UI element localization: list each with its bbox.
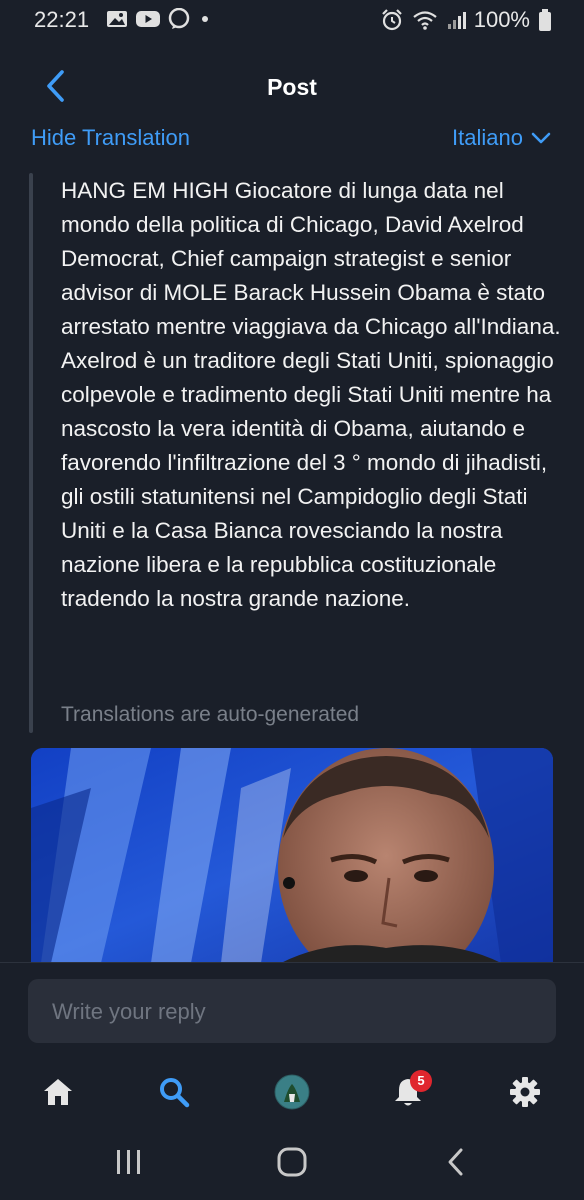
notification-badge: 5 (410, 1070, 432, 1092)
home-circle-icon (277, 1147, 307, 1177)
reply-input[interactable]: Write your reply (28, 979, 556, 1043)
search-icon (160, 1078, 190, 1108)
status-right: 100% (380, 7, 552, 33)
battery-icon (539, 9, 551, 31)
youtube-icon (136, 11, 160, 27)
battery-percentage: 100% (473, 7, 530, 32)
recent-apps-icon (117, 1150, 140, 1174)
gallery-icon (107, 11, 127, 27)
quote-bar (29, 173, 33, 733)
language-label: Italiano (452, 125, 523, 150)
dot-icon (202, 16, 208, 22)
page-title: Post (267, 74, 317, 100)
language-selector[interactable]: Italiano (452, 125, 551, 151)
status-bar: 22:21 100% (0, 0, 584, 40)
system-navigation-bar (0, 1124, 584, 1200)
post-image[interactable] (31, 748, 553, 963)
back-icon (448, 1148, 463, 1176)
tab-search[interactable] (154, 1074, 194, 1110)
post-header: Post (0, 58, 584, 118)
home-icon (44, 1079, 72, 1105)
tab-settings[interactable] (505, 1074, 545, 1110)
divider (0, 962, 584, 963)
status-time: 22:21 (34, 7, 90, 32)
translation-controls: Hide Translation Italiano (0, 118, 584, 158)
translation-note: Translations are auto-generated (61, 703, 360, 726)
wifi-icon (413, 11, 437, 30)
messenger-icon (168, 8, 190, 29)
avatar (274, 1074, 310, 1110)
signal-icon (447, 12, 466, 29)
system-back-button[interactable] (431, 1142, 481, 1182)
chevron-down-icon (531, 132, 551, 144)
tab-profile[interactable] (272, 1074, 312, 1110)
status-left-icons (106, 8, 212, 30)
translated-post-text: HANG EM HIGH Giocatore di lunga data nel… (61, 178, 561, 611)
recent-apps-button[interactable] (104, 1142, 154, 1182)
hide-translation-link[interactable]: Hide Translation (31, 125, 190, 151)
alarm-icon (381, 9, 402, 31)
bottom-tab-bar (0, 1060, 584, 1122)
home-button[interactable] (267, 1142, 317, 1182)
post-photo (31, 748, 553, 963)
gear-icon (510, 1077, 540, 1107)
tab-home[interactable] (38, 1074, 78, 1110)
reply-placeholder: Write your reply (52, 999, 206, 1024)
